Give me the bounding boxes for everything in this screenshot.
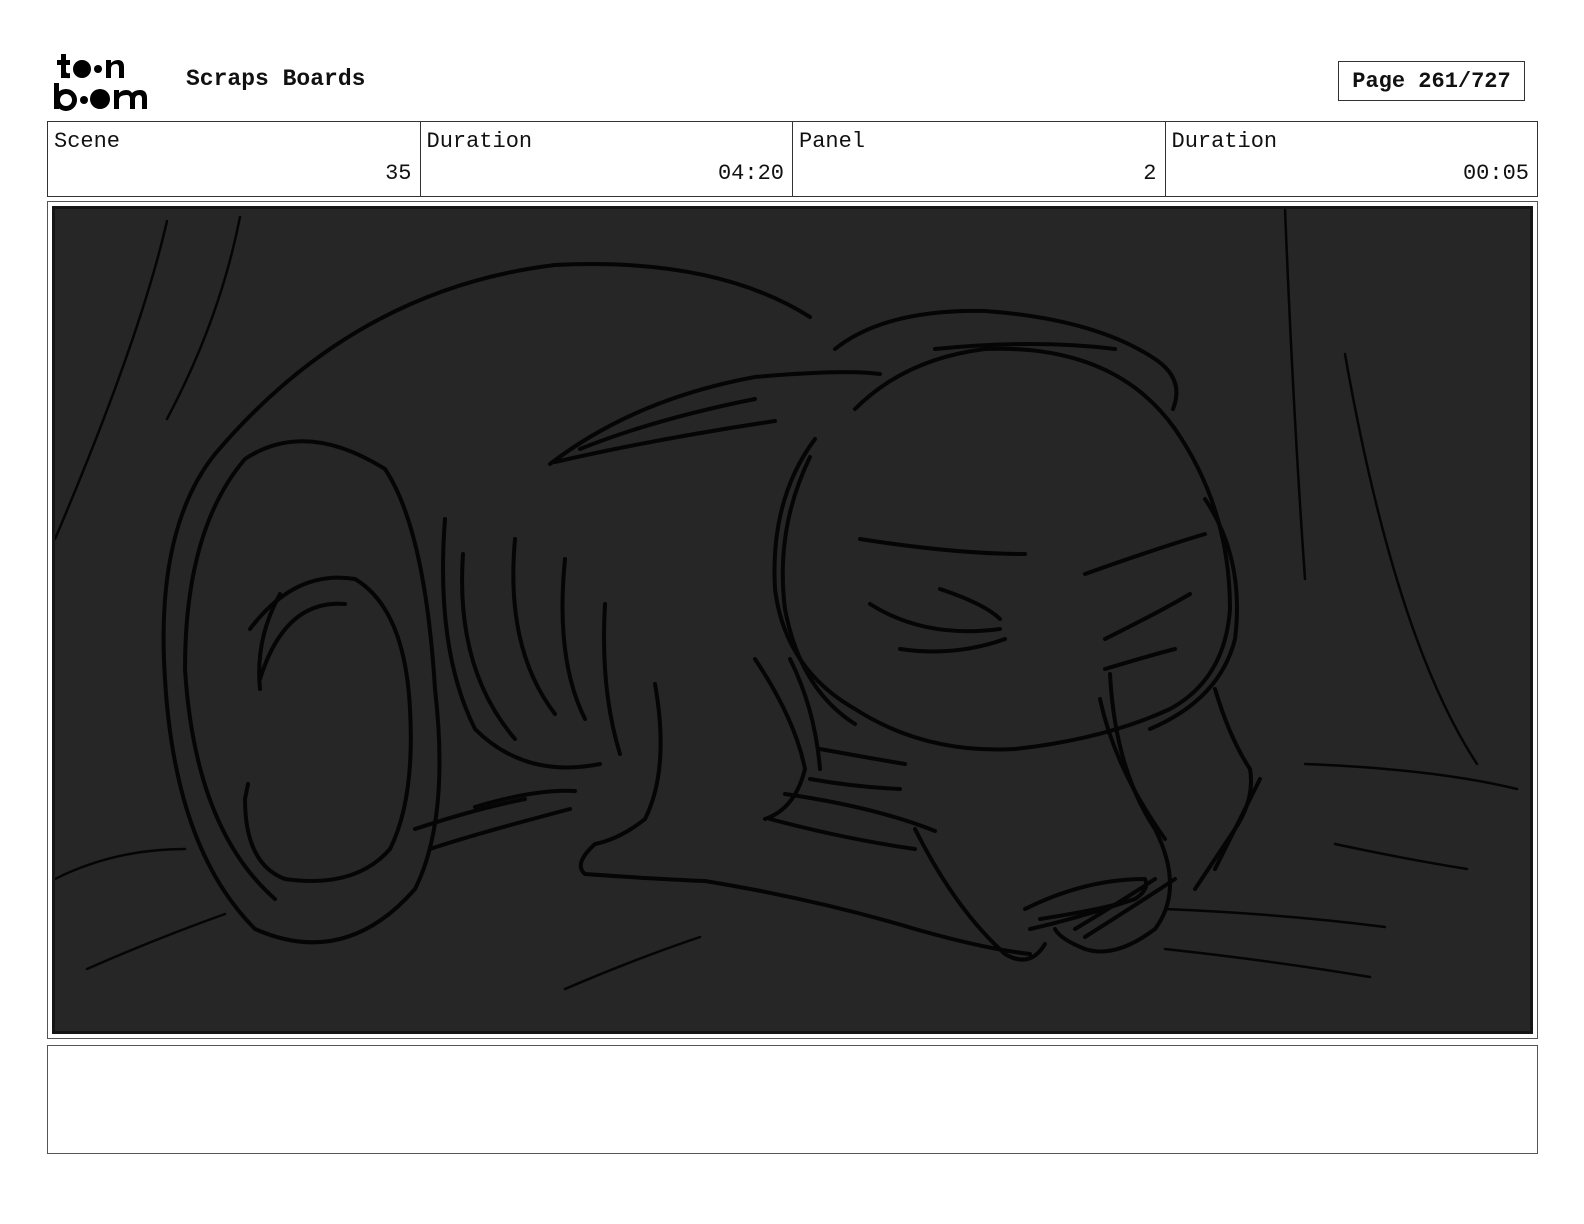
scene-duration-label: Duration bbox=[426, 129, 533, 154]
scene-duration-cell: Duration 04:20 bbox=[421, 122, 793, 196]
storyboard-panel-image bbox=[52, 206, 1533, 1034]
panel-value: 2 bbox=[1143, 161, 1157, 186]
panel-duration-cell: Duration 00:05 bbox=[1166, 122, 1538, 196]
document-title: Scraps Boards bbox=[186, 66, 366, 92]
scene-info-table: Scene 35 Duration 04:20 Panel 2 Duration… bbox=[47, 121, 1538, 197]
toonboom-logo: toonboom bbox=[52, 52, 164, 112]
storyboard-panel-frame bbox=[47, 201, 1538, 1039]
panel-duration-label: Duration bbox=[1171, 129, 1278, 154]
panel-label: Panel bbox=[799, 129, 866, 154]
panel-duration-value: 00:05 bbox=[1462, 161, 1529, 186]
scene-label: Scene bbox=[54, 129, 121, 154]
panel-notes-area bbox=[47, 1045, 1538, 1154]
scene-duration-value: 04:20 bbox=[717, 161, 784, 186]
scene-cell: Scene 35 bbox=[48, 122, 421, 196]
sleeping-creature-sketch bbox=[55, 209, 1519, 991]
scene-value: 35 bbox=[385, 161, 412, 186]
page-number: Page 261/727 bbox=[1338, 61, 1525, 101]
creature-body bbox=[161, 262, 1032, 956]
toonboom-logo-mark bbox=[54, 54, 147, 111]
panel-cell: Panel 2 bbox=[793, 122, 1166, 196]
creature-head bbox=[548, 308, 1262, 962]
